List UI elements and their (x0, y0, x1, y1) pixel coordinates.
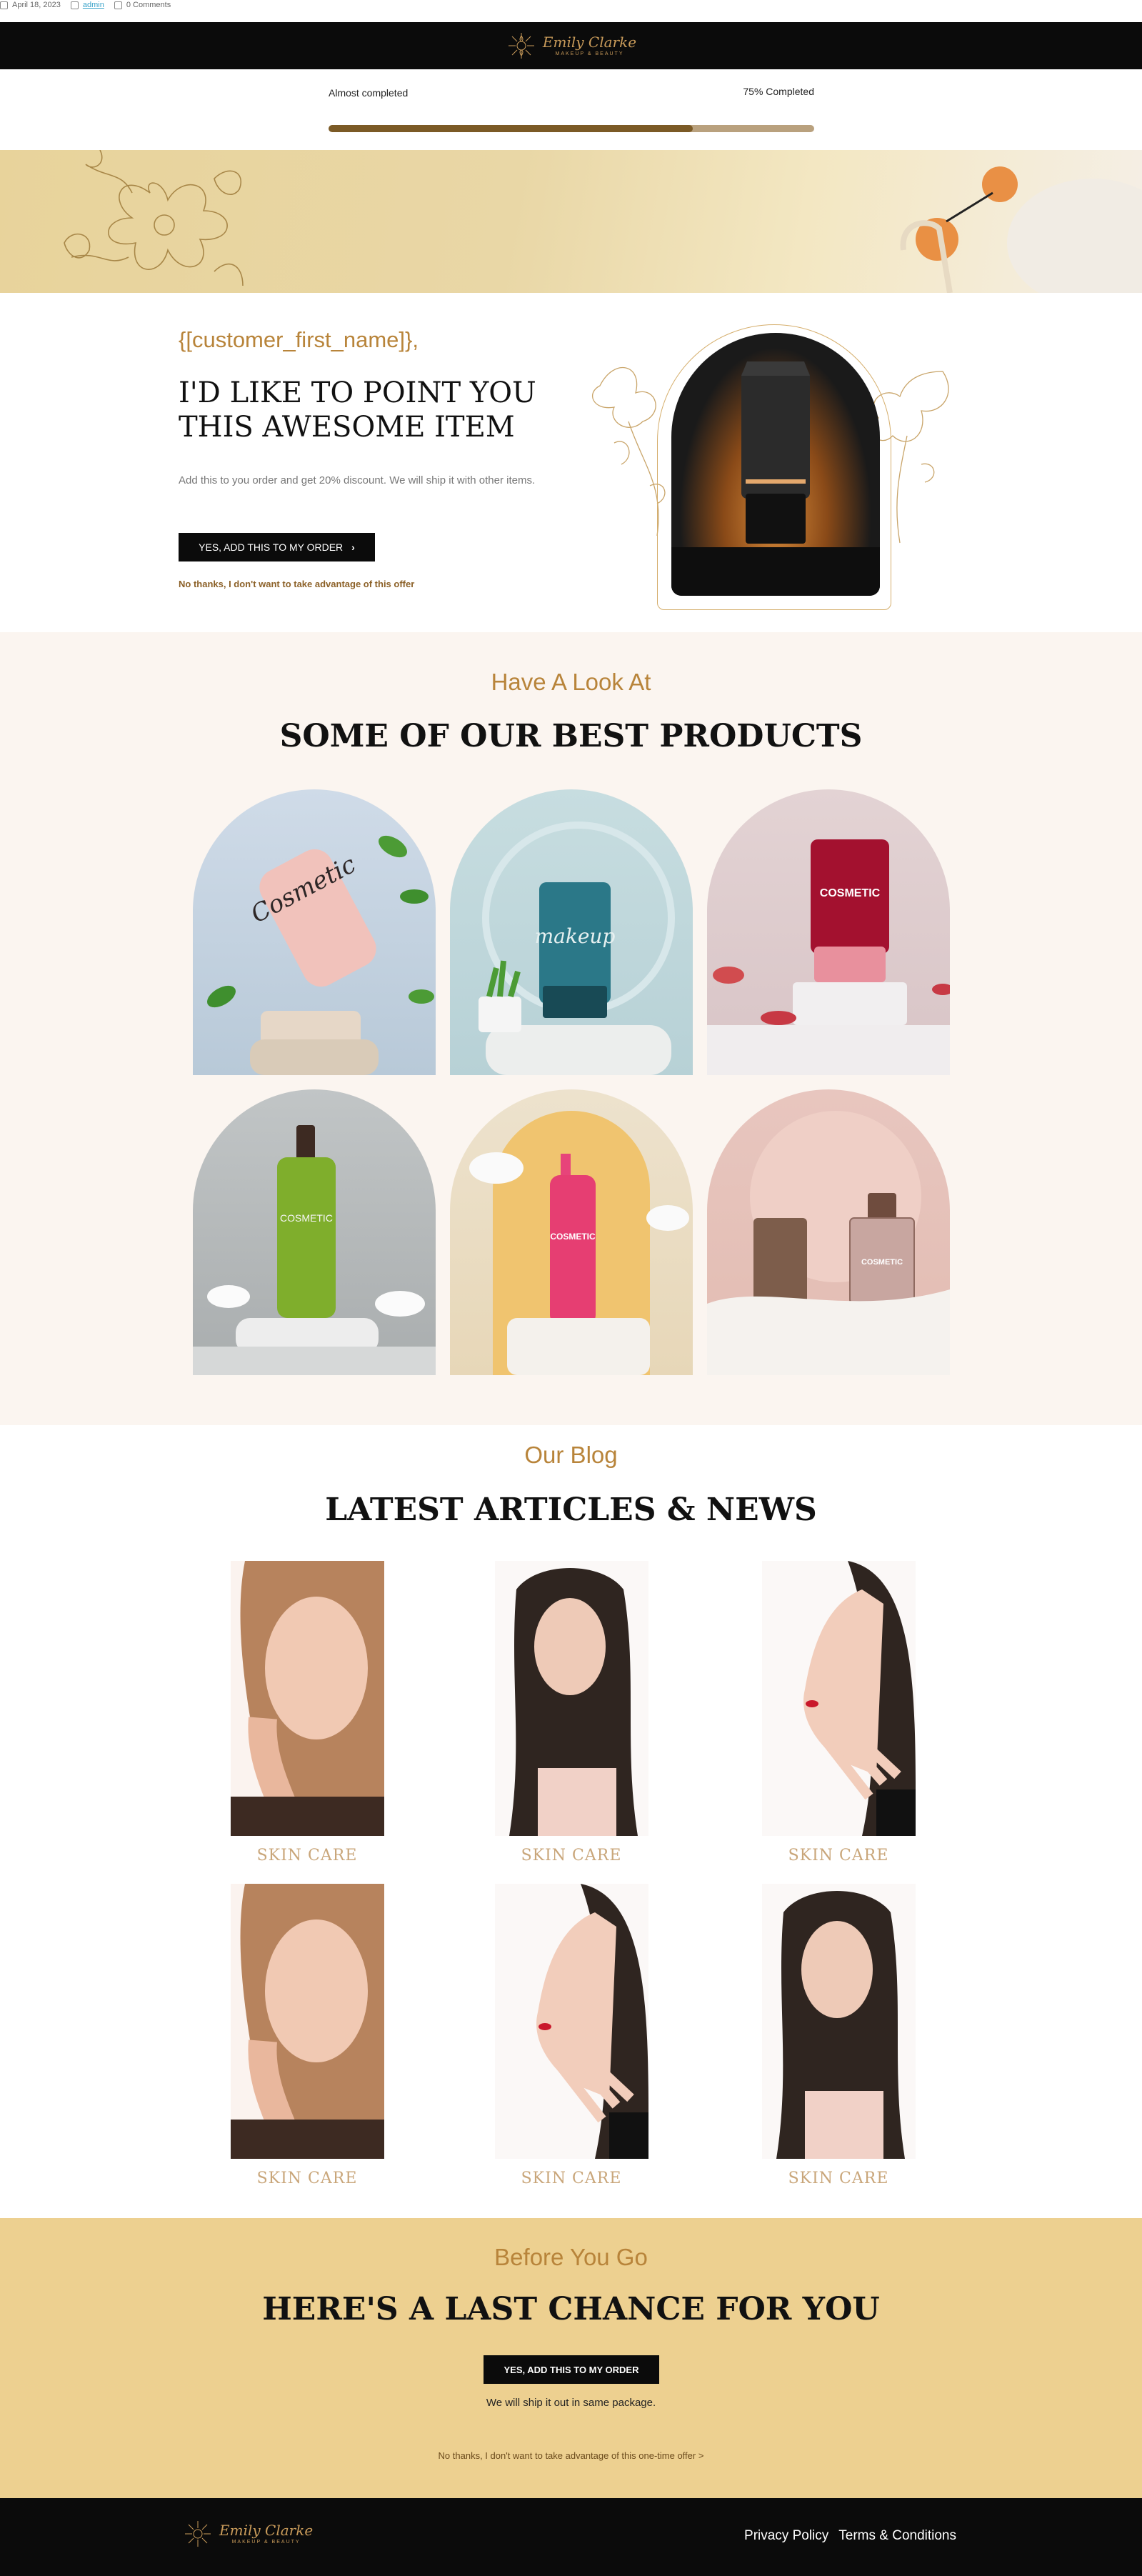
post-category: SKIN CARE (788, 2170, 889, 2187)
comment-icon (114, 1, 122, 9)
progress-fill (329, 125, 693, 132)
sun-flower-icon (508, 33, 534, 59)
decline-offer-link[interactable]: No thanks, I don't want to take advantag… (179, 579, 414, 589)
post-date: April 18, 2023 (12, 1, 61, 9)
blog-subtitle: Our Blog (524, 1442, 618, 1468)
blog-post-image (494, 1561, 648, 1836)
add-to-order-label: YES, ADD THIS TO MY ORDER (199, 541, 344, 553)
product-label: makeup (535, 924, 616, 948)
footer: Emily Clarke MAKEUP & BEAUTY Privacy Pol… (0, 2498, 1142, 2576)
blog-post-card[interactable]: SKIN CARE (749, 1884, 928, 2187)
blog-post-image (230, 1561, 384, 1836)
blog-post-image (230, 1884, 384, 2159)
best-products-section: Have A Look At SOME OF OUR BEST PRODUCTS… (0, 632, 1142, 1425)
privacy-policy-link[interactable]: Privacy Policy (744, 2528, 828, 2544)
blog-title: LATEST ARTICLES & NEWS (325, 1492, 817, 1528)
product-card[interactable]: COSMETIC (193, 1089, 436, 1375)
brand-name: Emily Clarke (542, 34, 637, 51)
brand-tagline: MAKEUP & BEAUTY (231, 2540, 301, 2545)
author-link[interactable]: admin (83, 1, 104, 9)
sun-flower-icon (185, 2521, 211, 2547)
header-bar: Emily Clarke MAKEUP & BEAUTY (0, 22, 1142, 69)
hero-banner (0, 150, 1142, 293)
brand-logo[interactable]: Emily Clarke MAKEUP & BEAUTY (506, 30, 636, 61)
upsell-offer: {[customer_first_name]}, I'D LIKE TO POI… (0, 293, 1142, 632)
product-card[interactable]: COSMETIC (450, 1089, 693, 1375)
post-category: SKIN CARE (521, 2170, 622, 2187)
add-to-order-button-bottom[interactable]: YES, ADD THIS TO MY ORDER (484, 2355, 659, 2384)
floral-decoration (64, 150, 1142, 293)
brand-tagline: MAKEUP & BEAUTY (555, 51, 624, 56)
author-meta: admin (70, 1, 104, 9)
blog-post-image (761, 1884, 916, 2159)
product-card[interactable]: makeup (450, 789, 693, 1075)
blog-post-card[interactable]: SKIN CARE (749, 1561, 928, 1864)
calendar-icon (0, 1, 8, 9)
footer-links: Privacy Policy Terms & Conditions (744, 2528, 956, 2544)
last-chance-title: HERE'S A LAST CHANCE FOR YOU (262, 2291, 880, 2327)
post-meta: April 18, 2023 admin 0 Comments (0, 0, 171, 10)
product-label: COSMETIC (820, 887, 881, 899)
product-card[interactable]: COSMETIC (707, 789, 950, 1075)
products-subtitle: Have A Look At (491, 669, 651, 695)
product-label: COSMETIC (550, 1232, 596, 1242)
products-title: SOME OF OUR BEST PRODUCTS (279, 718, 863, 754)
product-label: COSMETIC (861, 1258, 903, 1267)
product-label: COSMETIC (280, 1212, 333, 1224)
add-to-order-button[interactable]: YES, ADD THIS TO MY ORDER › (179, 533, 375, 561)
progress-label-right: 75% Completed (743, 86, 814, 97)
comments-meta: 0 Comments (114, 1, 171, 9)
product-card[interactable]: COSMETIC (707, 1089, 950, 1375)
customer-greeting: {[customer_first_name]}, (179, 327, 419, 352)
progress-label-left: Almost completed (329, 87, 409, 99)
blog-post-image (494, 1884, 648, 2159)
post-category: SKIN CARE (256, 1847, 358, 1864)
featured-product-image (671, 333, 880, 596)
order-progress: Almost completed 75% Completed (329, 83, 814, 140)
chevron-right-icon: › (351, 541, 355, 553)
blog-post-card[interactable]: SKIN CARE (482, 1884, 661, 2187)
user-icon (70, 1, 79, 9)
blog-post-card[interactable]: SKIN CARE (218, 1884, 396, 2187)
last-chance-section: Before You Go HERE'S A LAST CHANCE FOR Y… (0, 2218, 1142, 2498)
offer-headline: I'D LIKE TO POINT YOU THIS AWESOME ITEM (179, 376, 536, 444)
post-category: SKIN CARE (788, 1847, 889, 1864)
progress-track (329, 125, 814, 132)
product-card[interactable]: Cosmetic (193, 789, 436, 1075)
shipping-note: We will ship it out in same package. (486, 2397, 656, 2409)
offer-description: Add this to you order and get 20% discou… (179, 474, 536, 486)
blog-post-card[interactable]: SKIN CARE (218, 1561, 396, 1864)
date-meta: April 18, 2023 (0, 1, 61, 9)
footer-logo[interactable]: Emily Clarke MAKEUP & BEAUTY (182, 2518, 313, 2550)
brand-name: Emily Clarke (219, 2522, 314, 2539)
blog-section: Our Blog LATEST ARTICLES & NEWS SKIN CAR… (0, 1425, 1142, 2218)
last-chance-subtitle: Before You Go (494, 2244, 648, 2270)
post-category: SKIN CARE (521, 1847, 622, 1864)
post-category: SKIN CARE (256, 2170, 358, 2187)
blog-post-image (761, 1561, 916, 1836)
terms-conditions-link[interactable]: Terms & Conditions (838, 2528, 956, 2544)
blog-post-card[interactable]: SKIN CARE (482, 1561, 661, 1864)
comments-count[interactable]: 0 Comments (126, 1, 171, 9)
decline-offer-link-bottom[interactable]: No thanks, I don't want to take advantag… (0, 2450, 1142, 2461)
